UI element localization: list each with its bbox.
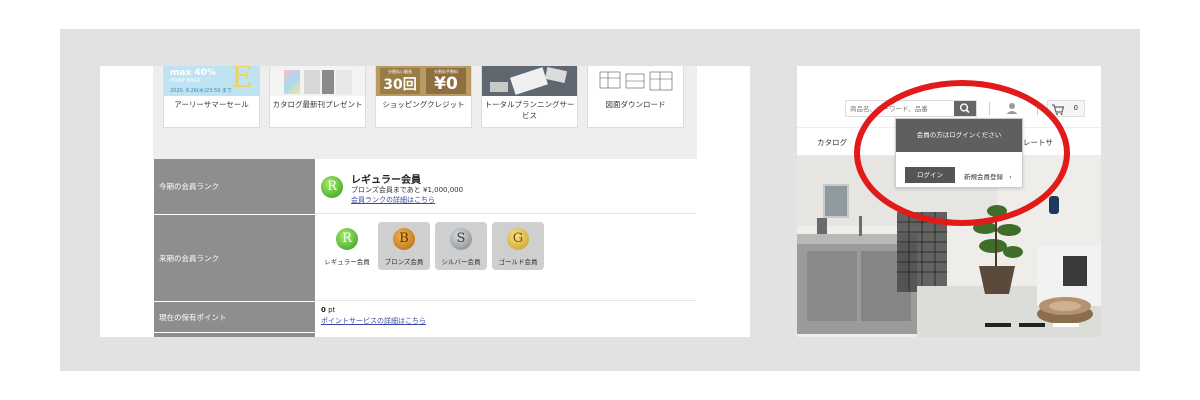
credit-left-big: 30回 [383, 77, 417, 93]
points-detail-link[interactable]: ポイントサービスの詳細はこちら [321, 316, 426, 326]
points-label: 現在の保有ポイント [154, 302, 315, 332]
current-rank-name: レギュラー会員 [351, 175, 421, 186]
rank-detail-link[interactable]: 会員ランクの詳細はこちら [351, 195, 435, 205]
gold-badge-icon: G [507, 228, 529, 250]
summer-date: 2020. 8.26(水)23:59 まで [170, 88, 232, 94]
register-link[interactable]: 新規会員登録 › [964, 171, 1012, 181]
promo-label: トータルプランニングサービス [484, 100, 575, 120]
search-button[interactable] [954, 101, 976, 116]
summer-pointback: POINT BACK [170, 78, 201, 84]
promo-label: アーリーサマーセール [174, 100, 249, 109]
slider-indicator-active[interactable] [1053, 323, 1079, 327]
current-rank-cell: R レギュラー会員 ブロンズ会員まであと ¥1,000,000 会員ランクの詳細… [316, 159, 696, 214]
tier-name: ゴールド会員 [498, 258, 538, 266]
credit-right-big: ¥0 [434, 74, 458, 94]
promo-label: カタログ最新刊プレゼント [272, 100, 363, 109]
search-input[interactable] [846, 101, 956, 116]
search-icon [959, 103, 970, 114]
points-value: 0 pt [321, 306, 336, 314]
member-rank-area: 今期の会員ランク R レギュラー会員 ブロンズ会員まであと ¥1,000,000… [153, 152, 697, 337]
shop-header-panel: 0 カタログ レートサ [797, 66, 1101, 337]
planning-photo-icon [482, 66, 577, 96]
cart-count: 0 [1073, 104, 1078, 112]
account-page-panel: max 40% POINT BACK E 2020. 8.26(水)23:59 … [100, 66, 750, 337]
promo-card-drawing[interactable]: 図面ダウンロード [587, 66, 684, 128]
next-row-label-stub [154, 333, 315, 337]
silver-badge-icon: S [450, 228, 472, 250]
tier-name: レギュラー会員 [324, 258, 370, 266]
login-button[interactable]: ログイン [905, 167, 955, 183]
promo-card-planning[interactable]: トータルプランニングサービス [481, 66, 578, 128]
member-rank-table: 今期の会員ランク R レギュラー会員 ブロンズ会員まであと ¥1,000,000… [153, 159, 697, 337]
promo-cards-area: max 40% POINT BACK E 2020. 8.26(水)23:59 … [153, 66, 697, 152]
summer-pct: max 40% [170, 68, 216, 78]
regular-badge-icon: R [336, 228, 358, 250]
promo-label: ショッピングクレジット [382, 100, 465, 109]
next-rank-label: 来期の会員ランク [154, 215, 315, 301]
login-message: 会員の方はログインください [896, 119, 1022, 152]
cart-button[interactable]: 0 [1047, 100, 1085, 117]
points-cell: 0 pt ポイントサービスの詳細はこちら [316, 302, 696, 332]
promo-card-credit[interactable]: 分割払い最長 30回 分割払手数料 ¥0 ショッピングクレジット [375, 66, 472, 128]
cart-icon [1052, 104, 1065, 115]
tier-regular: R レギュラー会員 [321, 222, 373, 270]
tier-bronze: B ブロンズ会員 [378, 222, 430, 270]
tier-gold: G ゴールド会員 [492, 222, 544, 270]
user-icon [1006, 103, 1018, 114]
current-rank-label: 今期の会員ランク [154, 159, 315, 214]
nav-item-partial[interactable]: レートサ [1023, 137, 1053, 148]
slider-indicator[interactable] [985, 323, 1011, 327]
promo-card-summer-sale[interactable]: max 40% POINT BACK E 2020. 8.26(水)23:59 … [163, 66, 260, 128]
summer-big-letter: E [231, 66, 253, 95]
account-button[interactable] [997, 100, 1023, 117]
chevron-right-icon: › [1009, 173, 1012, 181]
search-bar [845, 100, 977, 117]
current-rank-sub: ブロンズ会員まであと ¥1,000,000 [351, 186, 464, 194]
summer-sale-banner-icon: max 40% POINT BACK E 2020. 8.26(水)23:59 … [164, 66, 259, 96]
bronze-badge-icon: B [393, 228, 415, 250]
drawing-image-icon [588, 66, 683, 96]
promo-card-catalog[interactable]: カタログ最新刊プレゼント [269, 66, 366, 128]
promo-label: 図面ダウンロード [605, 100, 666, 109]
login-dropdown: 会員の方はログインください ログイン 新規会員登録 › [895, 118, 1023, 188]
tier-name: シルバー会員 [441, 258, 481, 266]
tier-silver: S シルバー会員 [435, 222, 487, 270]
tier-name: ブロンズ会員 [384, 258, 424, 266]
nav-item-catalog[interactable]: カタログ [817, 137, 847, 148]
regular-badge-icon: R [321, 176, 343, 198]
shopping-credit-banner-icon: 分割払い最長 30回 分割払手数料 ¥0 [376, 66, 471, 96]
slider-indicator[interactable] [1019, 323, 1045, 327]
catalog-books-image-icon [270, 66, 365, 96]
next-rank-cell: R レギュラー会員 B ブロンズ会員 S シルバー会員 G ゴールド会員 [316, 215, 696, 301]
